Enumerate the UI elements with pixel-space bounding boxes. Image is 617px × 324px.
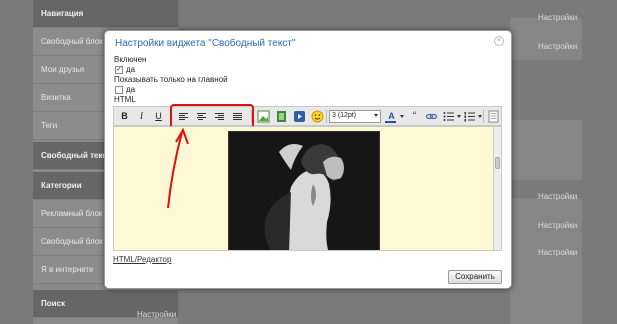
save-button[interactable]: Сохранить [448,270,502,284]
editor-photo-image [228,131,380,250]
sidebar-item: Навигация [33,0,178,28]
insert-image-icon[interactable] [256,109,271,124]
home-only-yes-label: да [126,85,136,94]
enabled-checkbox-row[interactable]: ✓ да [115,65,135,74]
enabled-yes-label: да [126,65,136,74]
numbered-list-icon [464,112,475,122]
italic-button[interactable]: I [134,109,149,124]
rich-text-editor[interactable] [113,126,502,251]
toolbar-separator [483,110,484,123]
editor-scroll-thumb[interactable] [495,157,500,169]
insert-video-icon[interactable] [292,109,307,124]
play-icon [294,111,305,122]
photo-content [229,132,379,250]
font-color-swatch [385,121,396,123]
bullet-list-icon [443,112,454,121]
html-editor-toggle-link[interactable]: HTML/Редактор [113,255,171,264]
settings-link: Настройки [538,221,578,230]
settings-link: Настройки [538,192,578,201]
insert-smiley-icon[interactable] [310,109,325,124]
chevron-down-icon [374,114,378,117]
settings-link: Настройки [538,42,578,51]
settings-link: Настройки [137,310,177,319]
widget-settings-dialog: Настройки виджета "Свободный текст" × Вк… [104,30,512,289]
home-only-checkbox[interactable] [115,85,123,94]
font-size-select[interactable]: 3 (12pt) [329,110,381,123]
blockquote-button[interactable]: “ [407,109,422,124]
bold-button[interactable]: B [117,109,132,124]
dialog-title: Настройки виджета "Свободный текст" [115,38,296,49]
insert-media-icon[interactable] [274,109,289,124]
film-icon [277,111,286,122]
font-color-icon: A [388,111,395,121]
page-icon [488,110,499,123]
chevron-down-icon[interactable] [478,115,482,118]
html-label: HTML [114,95,136,104]
close-icon[interactable]: × [494,36,504,46]
link-icon [425,113,438,120]
image-icon [257,110,270,123]
bg-stripe [510,60,582,120]
toolbar-separator [251,110,252,123]
enabled-label: Включен [114,55,147,64]
settings-link: Настройки [538,13,578,22]
smiley-icon [311,110,324,123]
chevron-down-icon[interactable] [400,115,404,118]
chevron-down-icon[interactable] [457,115,461,118]
enabled-checkbox[interactable]: ✓ [115,65,123,74]
numbered-list-button[interactable] [462,109,477,124]
editor-scrollbar[interactable] [493,127,501,250]
settings-link: Настройки [538,248,578,257]
insert-link-button[interactable] [424,109,439,124]
home-only-label: Показывать только на главной [114,75,228,84]
home-only-checkbox-row[interactable]: да [115,85,135,94]
toolbar-separator [326,110,327,123]
bullet-list-button[interactable] [441,109,456,124]
toggle-source-button[interactable] [486,109,501,124]
underline-button[interactable]: U [151,109,166,124]
editor-toolbar: B I U 3 (12pt) A “ [113,104,502,129]
font-size-value: 3 (12pt) [332,112,357,119]
